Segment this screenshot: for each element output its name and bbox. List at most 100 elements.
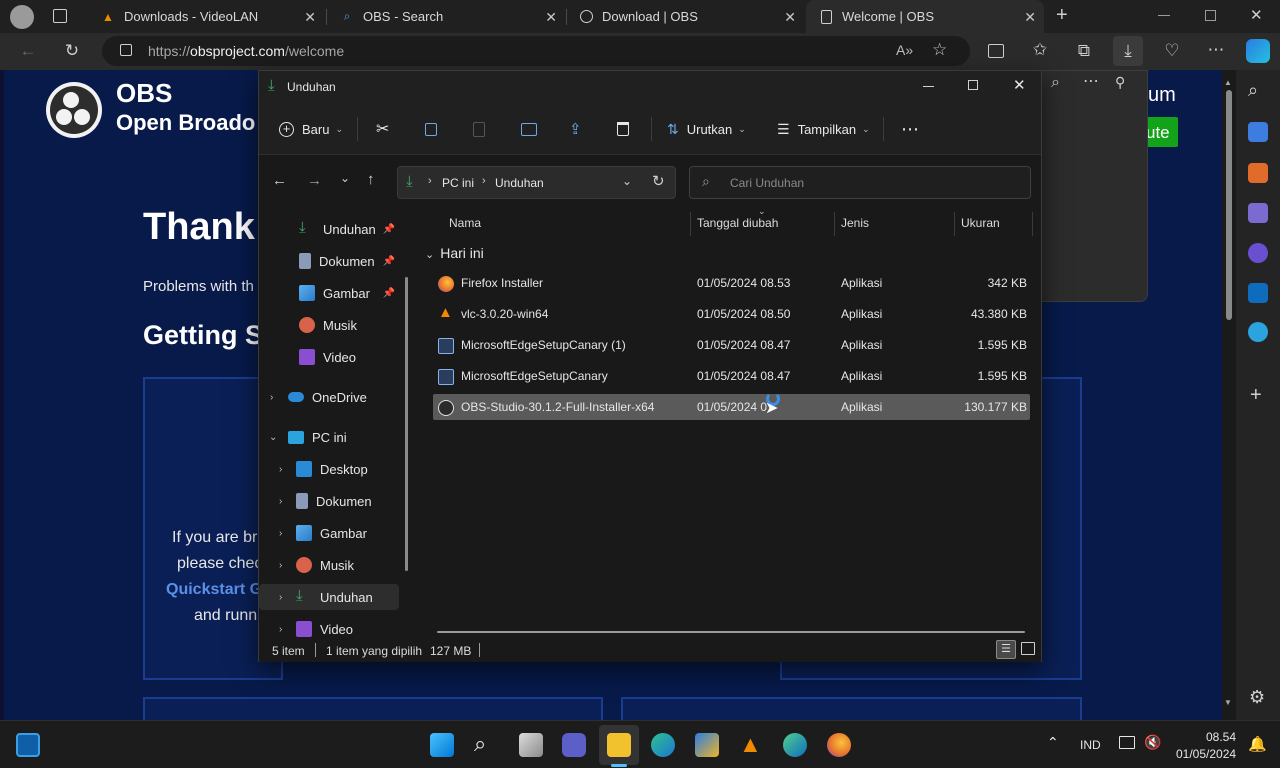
share-icon[interactable]: ⇪ <box>569 117 582 141</box>
rename-icon[interactable] <box>521 117 537 141</box>
nav-pinned-downloads[interactable]: ⤓ Unduhan 📌 <box>259 216 399 242</box>
nav-pc-downloads[interactable]: › ⤓ Unduhan <box>259 584 399 610</box>
file-row-edge-canary-1[interactable]: MicrosoftEdgeSetupCanary (1) 01/05/2024 … <box>433 332 1030 358</box>
tab-obs-search[interactable]: ⌕ OBS - Search ✕ <box>327 0 565 33</box>
right-nav-text[interactable]: um <box>1148 84 1176 107</box>
explorer-maximize-button[interactable] <box>968 80 978 90</box>
nav-this-pc[interactable]: ⌄ PC ini <box>259 424 399 450</box>
nav-pc-music[interactable]: › Musik <box>259 552 399 578</box>
file-row-obs-installer[interactable]: OBS-Studio-30.1.2-Full-Installer-x64 01/… <box>433 392 1030 420</box>
refresh-button[interactable]: ↻ <box>60 39 84 63</box>
close-window-button[interactable]: ✕ <box>1250 6 1263 24</box>
sidebar-settings-icon[interactable]: ⚙ <box>1249 687 1265 708</box>
copilot-icon[interactable] <box>1246 39 1270 63</box>
address-refresh-icon[interactable]: ↻ <box>652 172 665 190</box>
tab-download-obs[interactable]: Download | OBS ✕ <box>566 0 804 33</box>
pin-flyout-icon[interactable]: ⚲ <box>1115 74 1125 91</box>
back-arrow-icon[interactable]: ← <box>272 172 287 189</box>
page-scroll-thumb[interactable] <box>1226 90 1232 320</box>
chevron-right-icon[interactable]: › <box>279 560 282 571</box>
chevron-right-icon[interactable]: › <box>279 464 282 475</box>
breadcrumb-downloads[interactable]: Unduhan <box>495 176 544 190</box>
search-icon[interactable]: ⌕ <box>1248 80 1258 101</box>
explorer-address-bar[interactable]: ⤓ › PC ini › Unduhan ⌄ ↻ <box>397 166 676 199</box>
outlook-icon[interactable] <box>1248 283 1268 303</box>
collections-icon[interactable]: ⧉ <box>1072 39 1096 63</box>
restore-window-button[interactable] <box>1205 10 1216 21</box>
split-screen-icon[interactable] <box>984 39 1008 63</box>
tab-welcome-obs[interactable]: Welcome | OBS ✕ <box>806 0 1044 33</box>
details-view-icon[interactable]: ☰ <box>996 640 1016 659</box>
favorite-star-icon[interactable]: ☆ <box>932 40 947 60</box>
close-tab-icon[interactable]: ✕ <box>545 9 557 26</box>
explorer-close-button[interactable]: ✕ <box>1013 76 1026 94</box>
column-separator[interactable] <box>690 212 691 236</box>
column-header-size[interactable]: Ukuran <box>961 216 1000 230</box>
profile-avatar[interactable] <box>10 5 34 29</box>
nav-pane-scrollbar[interactable] <box>405 277 408 571</box>
new-button[interactable]: + Baru ⌄ <box>279 117 343 141</box>
add-sidebar-app-icon[interactable]: + <box>1250 384 1262 407</box>
favorites-icon[interactable]: ✩ <box>1028 38 1052 62</box>
up-arrow-icon[interactable]: ↑ <box>367 171 375 188</box>
nav-pc-desktop[interactable]: › Desktop <box>259 456 399 482</box>
chevron-right-icon[interactable]: › <box>279 624 282 635</box>
cut-icon[interactable]: ✂ <box>376 117 389 141</box>
address-dropdown-chevron-icon[interactable]: ⌄ <box>622 174 632 188</box>
sort-button[interactable]: ⇅ Urutkan ⌄ <box>667 117 746 141</box>
network-icon[interactable] <box>1119 736 1135 749</box>
shopping-icon[interactable] <box>1248 122 1268 142</box>
page-scrollbar[interactable]: ▲ ▼ <box>1222 70 1236 720</box>
chevron-right-icon[interactable]: › <box>270 392 273 403</box>
column-header-date[interactable]: Tanggal diubah <box>697 216 778 230</box>
task-view-icon[interactable] <box>519 733 543 757</box>
nav-pc-pictures[interactable]: › Gambar <box>259 520 399 546</box>
clock-date[interactable]: 01/05/2024 <box>1176 747 1236 761</box>
more-downloads-options-icon[interactable]: ⋯ <box>1083 71 1099 91</box>
downloads-icon[interactable]: ⤓ <box>1113 36 1143 66</box>
nav-pinned-pictures[interactable]: Gambar 📌 <box>259 280 399 306</box>
back-button[interactable]: ← <box>16 39 40 63</box>
breadcrumb-pc[interactable]: PC ini <box>442 176 474 190</box>
edge-icon[interactable] <box>651 733 675 757</box>
recent-locations-chevron-icon[interactable]: ⌄ <box>340 171 350 185</box>
file-row-firefox-installer[interactable]: Firefox Installer 01/05/2024 08.53 Aplik… <box>433 270 1030 296</box>
delete-icon[interactable] <box>617 117 629 141</box>
show-hidden-icons-chevron[interactable]: ⌃ <box>1047 734 1059 751</box>
telegram-icon[interactable] <box>1248 322 1268 342</box>
column-header-name[interactable]: Nama <box>449 216 481 230</box>
close-tab-icon[interactable]: ✕ <box>1024 9 1036 26</box>
chevron-right-icon[interactable]: › <box>279 592 282 603</box>
view-button[interactable]: ☰ Tampilkan ⌄ <box>777 117 870 141</box>
column-separator[interactable] <box>834 212 835 236</box>
input-language[interactable]: IND <box>1080 738 1101 752</box>
file-row-vlc[interactable]: ▲ vlc-3.0.20-win64 01/05/2024 08.50 Apli… <box>433 301 1030 327</box>
firefox-icon[interactable] <box>827 733 851 757</box>
volume-muted-icon[interactable]: 🔇 <box>1144 734 1161 751</box>
games-icon[interactable] <box>1248 203 1268 223</box>
vlc-cone-icon[interactable]: ▲ <box>739 731 762 758</box>
new-tab-button[interactable]: + <box>1056 4 1068 27</box>
microsoft-store-icon[interactable] <box>695 733 719 757</box>
url-field[interactable]: https://obsproject.com/welcome A» ☆ <box>102 36 970 66</box>
browser-essentials-icon[interactable]: ♡ <box>1160 39 1184 63</box>
more-options-icon[interactable]: ⋯ <box>1204 38 1228 62</box>
file-explorer-icon[interactable] <box>607 733 631 757</box>
start-button[interactable] <box>430 733 454 757</box>
minimize-window-button[interactable] <box>1158 15 1170 16</box>
tiles-view-icon[interactable] <box>1021 642 1035 655</box>
see-more-icon[interactable]: ⋯ <box>901 117 920 141</box>
clock-time[interactable]: 08.54 <box>1206 730 1236 744</box>
chevron-down-icon[interactable]: ⌄ <box>269 432 277 443</box>
column-separator[interactable] <box>954 212 955 236</box>
file-list-horizontal-scrollbar[interactable] <box>437 631 1025 633</box>
explorer-minimize-button[interactable] <box>923 86 934 87</box>
notification-bell-icon[interactable]: 🔔 <box>1248 735 1267 753</box>
search-icon[interactable]: ⌕ <box>474 731 486 757</box>
close-tab-icon[interactable]: ✕ <box>304 9 316 26</box>
read-aloud-icon[interactable]: A» <box>896 42 913 58</box>
copy-icon[interactable] <box>425 117 437 141</box>
widgets-icon[interactable] <box>16 733 40 757</box>
edge-canary-icon[interactable] <box>783 733 807 757</box>
nav-onedrive[interactable]: › OneDrive <box>259 384 399 410</box>
